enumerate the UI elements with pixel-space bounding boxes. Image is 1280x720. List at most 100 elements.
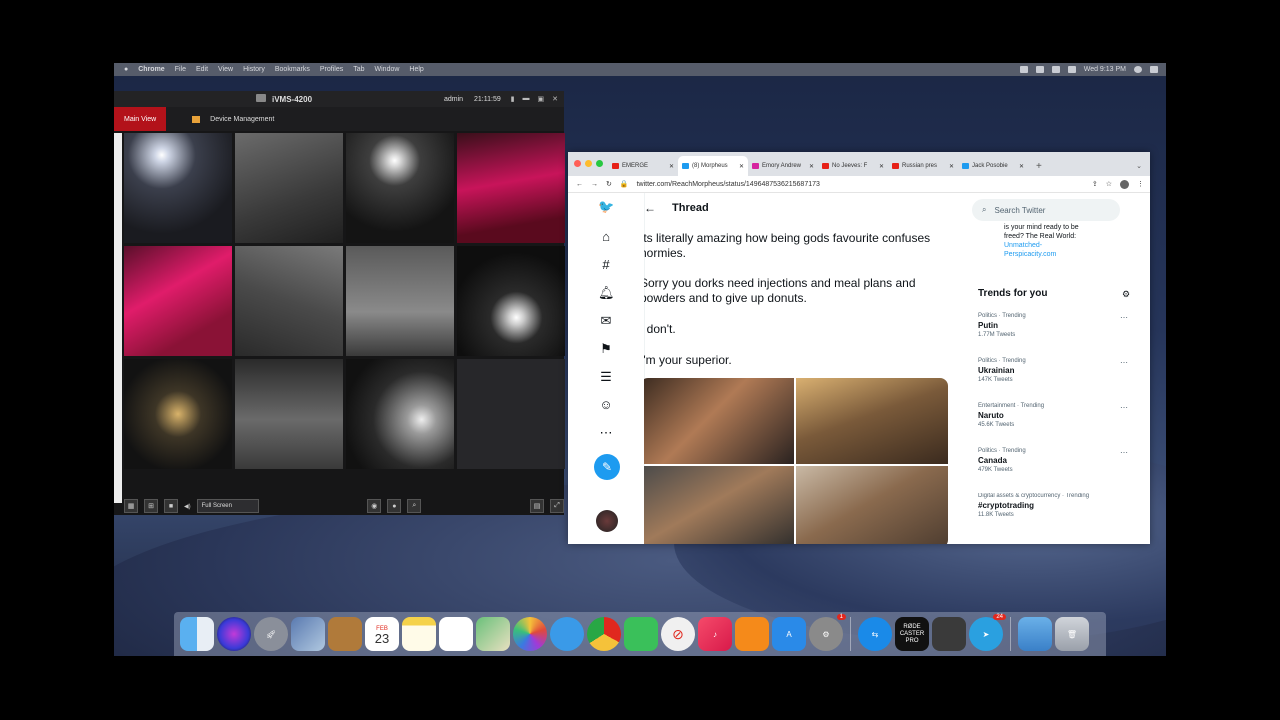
tab-close-icon[interactable]: ✕ [949,163,954,170]
downloads-folder-icon[interactable] [1018,617,1052,651]
bookmarks-icon[interactable]: ⚑ [598,341,614,357]
tweet-photo[interactable] [796,466,948,544]
camera-feed[interactable] [124,359,232,469]
rode-caster-icon[interactable]: RØDE CASTER PRO [895,617,929,651]
promo-link[interactable]: Perspicacity.com [1004,250,1079,259]
menu-item-help[interactable]: Help [409,66,423,73]
minimize-window-icon[interactable] [585,160,592,167]
status-icon-2[interactable] [1035,66,1044,73]
trend-more-icon[interactable]: ⋯ [1120,448,1128,457]
menu-item-profiles[interactable]: Profiles [320,66,343,73]
layout-select[interactable]: Full Screen [196,499,259,513]
wifi-icon[interactable] [1051,66,1060,73]
system-preferences-icon[interactable]: ⚙ 1 [809,614,846,651]
tweet-photo[interactable] [644,378,794,464]
reminders-icon[interactable] [439,617,473,651]
tab-close-icon[interactable]: ✕ [669,163,674,170]
promo-link[interactable]: Unmatched- [1004,241,1079,250]
bookmark-star-icon[interactable]: ☆ [1106,180,1112,188]
profile-avatar[interactable] [1120,179,1129,189]
menu-item-window[interactable]: Window [375,66,400,73]
lists-icon[interactable]: ☰ [598,369,614,385]
tab-close-icon[interactable]: ✕ [809,163,814,170]
camera-feed[interactable] [235,359,343,469]
browser-tab[interactable]: Russian pres ✕ [888,156,958,176]
home-icon[interactable]: ⌂ [598,229,614,244]
news-icon[interactable]: ⊘ [661,617,695,651]
notes-icon[interactable] [402,617,436,651]
zoom-icon[interactable]: ⌕ [407,499,422,513]
record-icon[interactable]: ● [387,499,402,513]
lock-icon[interactable]: ▮ [511,95,515,103]
more-icon[interactable]: ⋯ [598,425,614,441]
volume-icon[interactable]: ◀) [184,503,191,510]
photos-icon[interactable] [513,617,547,651]
ivms-user[interactable]: admin [444,96,463,103]
trash-icon[interactable]: 🗑︎ [1055,617,1089,651]
browser-tab[interactable]: Emory Andrew ✕ [748,156,818,176]
camera-feed[interactable] [124,246,232,356]
telegram-icon[interactable]: ➤ 24 [969,614,1006,651]
camera-feed-empty[interactable] [457,359,565,469]
camera-feed[interactable] [346,359,454,469]
tab-close-icon[interactable]: ✕ [879,163,884,170]
notifications-bell-icon[interactable]: 🔔︎ [598,285,615,301]
ivms-side-panel[interactable] [114,133,122,503]
trend-item[interactable]: Entertainment · Trending Naruto 45.6K Tw… [978,403,1128,428]
app-store-icon[interactable]: A [772,617,806,651]
camera-feed[interactable] [457,246,565,356]
explore-hashtag-icon[interactable]: # [598,257,614,272]
finder-icon[interactable] [180,617,214,651]
stop-all-icon[interactable]: ■ [164,499,178,513]
messages-icon[interactable]: ✉ [598,313,614,329]
zoom-window-icon[interactable] [596,160,603,167]
compose-tweet-button[interactable]: ✎ [594,454,620,480]
camera-feed[interactable] [235,246,343,356]
siri-icon[interactable] [217,617,251,651]
camera-feed[interactable] [346,133,454,243]
view-mode-icon[interactable]: ▤ [530,499,544,513]
tweet-media-grid[interactable] [644,378,948,544]
twitter-logo-icon[interactable]: 🐦 [598,199,614,215]
menu-item-tab[interactable]: Tab [353,66,364,73]
tab-device-management[interactable]: Device Management [182,107,284,131]
chrome-icon[interactable] [587,617,621,651]
trend-more-icon[interactable]: ⋯ [1120,358,1128,367]
status-icon-1[interactable] [1019,66,1028,73]
ivms-dock-icon[interactable] [932,617,966,651]
share-icon[interactable]: ⇪ [1092,180,1098,188]
books-icon[interactable] [735,617,769,651]
calendar-icon[interactable]: FEB 23 [365,617,399,651]
music-icon[interactable]: ♪ [698,617,732,651]
menu-item-bookmarks[interactable]: Bookmarks [275,66,310,73]
browser-tab[interactable]: Jack Posobie ✕ [958,156,1028,176]
forward-icon[interactable]: → [591,181,598,188]
menu-item-chrome[interactable]: Chrome [138,66,164,73]
teamviewer-icon[interactable]: ⇆ [858,617,892,651]
back-arrow-icon[interactable]: ← [644,201,656,215]
profile-icon[interactable]: ☺ [598,397,614,412]
settings-gear-icon[interactable]: ⚙ [1122,289,1130,300]
tweet-photo[interactable] [644,466,794,544]
contacts-icon[interactable] [328,617,362,651]
window-division-icon[interactable]: ⊞ [144,499,158,513]
tab-close-icon[interactable]: ✕ [739,163,744,170]
menu-item-history[interactable]: History [243,66,265,73]
camera-feed[interactable] [346,246,454,356]
trend-item[interactable]: Politics · Trending Putin 1.77M Tweets ⋯ [978,313,1128,338]
battery-icon[interactable] [1067,66,1076,73]
camera-feed[interactable] [235,133,343,243]
siri-menubar-icon[interactable] [1134,66,1142,73]
tab-main-view[interactable]: Main View [114,107,167,131]
close-icon[interactable]: ✕ [552,95,558,103]
back-icon[interactable]: ← [576,181,583,188]
menu-item-file[interactable]: File [175,66,186,73]
camera-feed[interactable] [124,133,232,243]
tab-search-icon[interactable]: ⌄ [1136,162,1150,170]
tab-close-icon[interactable]: ✕ [1019,163,1024,170]
new-tab-icon[interactable]: + [1036,161,1042,172]
menu-item-view[interactable]: View [218,66,233,73]
trend-item[interactable]: Politics · Trending Ukrainian 147K Tweet… [978,358,1128,383]
minimize-icon[interactable]: ▬ [523,95,530,103]
facetime-icon[interactable] [624,617,658,651]
